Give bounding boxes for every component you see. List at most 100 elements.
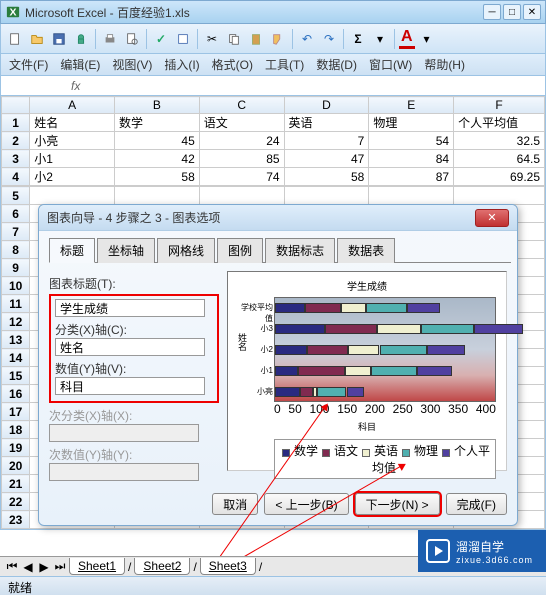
cell[interactable]: 47 bbox=[284, 150, 369, 168]
cell[interactable]: 小2 bbox=[30, 168, 115, 186]
row-header[interactable]: 12 bbox=[2, 313, 30, 331]
row-header[interactable]: 1 bbox=[2, 114, 30, 132]
row-header[interactable]: 8 bbox=[2, 241, 30, 259]
spell-icon[interactable]: ✓ bbox=[151, 29, 171, 49]
row-header[interactable]: 9 bbox=[2, 259, 30, 277]
menu-file[interactable]: 文件(F) bbox=[9, 56, 48, 73]
dropdown-icon[interactable]: ▾ bbox=[370, 29, 390, 49]
row-header[interactable]: 11 bbox=[2, 295, 30, 313]
col-header[interactable]: C bbox=[199, 97, 284, 114]
x-axis-input[interactable] bbox=[55, 338, 205, 356]
row-header[interactable]: 14 bbox=[2, 349, 30, 367]
row-header[interactable]: 10 bbox=[2, 277, 30, 295]
finish-button[interactable]: 完成(F) bbox=[446, 493, 507, 515]
maximize-button[interactable]: □ bbox=[503, 4, 521, 20]
row-header[interactable]: 20 bbox=[2, 457, 30, 475]
fx-icon[interactable]: fx bbox=[65, 79, 86, 93]
cell[interactable]: 个人平均值 bbox=[454, 114, 545, 132]
col-header[interactable]: A bbox=[30, 97, 115, 114]
cell[interactable]: 24 bbox=[199, 132, 284, 150]
autosum-icon[interactable]: Σ bbox=[348, 29, 368, 49]
menu-view[interactable]: 视图(V) bbox=[112, 56, 152, 73]
menu-tools[interactable]: 工具(T) bbox=[265, 56, 304, 73]
row-header[interactable]: 23 bbox=[2, 511, 30, 529]
chart-title-input[interactable] bbox=[55, 299, 205, 317]
cell[interactable]: 58 bbox=[115, 168, 200, 186]
cell[interactable]: 54 bbox=[369, 132, 454, 150]
row-header[interactable]: 17 bbox=[2, 403, 30, 421]
row-header[interactable]: 2 bbox=[2, 132, 30, 150]
col-header[interactable]: F bbox=[454, 97, 545, 114]
permission-icon[interactable] bbox=[71, 29, 91, 49]
open-icon[interactable] bbox=[27, 29, 47, 49]
cell[interactable]: 42 bbox=[115, 150, 200, 168]
cell[interactable]: 69.25 bbox=[454, 168, 545, 186]
row-header[interactable]: 18 bbox=[2, 421, 30, 439]
col-header[interactable]: E bbox=[369, 97, 454, 114]
menu-help[interactable]: 帮助(H) bbox=[424, 56, 465, 73]
row-header[interactable]: 13 bbox=[2, 331, 30, 349]
sheet-tab[interactable]: Sheet2 bbox=[134, 558, 190, 575]
preview-icon[interactable] bbox=[122, 29, 142, 49]
row-header[interactable]: 16 bbox=[2, 385, 30, 403]
sheet-nav-prev-icon[interactable]: ◀ bbox=[20, 560, 36, 574]
tab-datalabels[interactable]: 数据标志 bbox=[265, 238, 335, 263]
dropdown-icon[interactable]: ▾ bbox=[417, 29, 437, 49]
tab-legend[interactable]: 图例 bbox=[217, 238, 263, 263]
tab-gridlines[interactable]: 网格线 bbox=[157, 238, 215, 263]
redo-icon[interactable]: ↷ bbox=[319, 29, 339, 49]
print-icon[interactable] bbox=[100, 29, 120, 49]
cell[interactable]: 物理 bbox=[369, 114, 454, 132]
research-icon[interactable] bbox=[173, 29, 193, 49]
cell[interactable]: 小1 bbox=[30, 150, 115, 168]
next-button[interactable]: 下一步(N) > bbox=[355, 493, 440, 515]
menu-insert[interactable]: 插入(I) bbox=[164, 56, 199, 73]
cell[interactable]: 32.5 bbox=[454, 132, 545, 150]
sheet-tab[interactable]: Sheet1 bbox=[69, 558, 125, 575]
cell[interactable]: 85 bbox=[199, 150, 284, 168]
col-header[interactable]: B bbox=[115, 97, 200, 114]
cell[interactable]: 74 bbox=[199, 168, 284, 186]
row-header[interactable]: 5 bbox=[2, 187, 30, 205]
tab-datatable[interactable]: 数据表 bbox=[337, 238, 395, 263]
cell[interactable]: 小亮 bbox=[30, 132, 115, 150]
undo-icon[interactable]: ↶ bbox=[297, 29, 317, 49]
minimize-button[interactable]: ─ bbox=[483, 4, 501, 20]
font-color-icon[interactable]: A bbox=[399, 28, 415, 49]
row-header[interactable]: 3 bbox=[2, 150, 30, 168]
cell[interactable]: 英语 bbox=[284, 114, 369, 132]
cell[interactable]: 87 bbox=[369, 168, 454, 186]
cell[interactable]: 84 bbox=[369, 150, 454, 168]
y-axis-input[interactable] bbox=[55, 377, 205, 395]
copy-icon[interactable] bbox=[224, 29, 244, 49]
new-icon[interactable] bbox=[5, 29, 25, 49]
sheet-nav-next-icon[interactable]: ▶ bbox=[36, 560, 52, 574]
select-all-corner[interactable] bbox=[2, 97, 30, 114]
menu-format[interactable]: 格式(O) bbox=[212, 56, 253, 73]
menu-edit[interactable]: 编辑(E) bbox=[60, 56, 100, 73]
menu-data[interactable]: 数据(D) bbox=[316, 56, 357, 73]
row-header[interactable]: 19 bbox=[2, 439, 30, 457]
sheet-tab[interactable]: Sheet3 bbox=[200, 558, 256, 575]
tab-title[interactable]: 标题 bbox=[49, 238, 95, 263]
col-header[interactable]: D bbox=[284, 97, 369, 114]
sheet-nav-first-icon[interactable]: ⏮ bbox=[4, 559, 20, 574]
cell[interactable]: 45 bbox=[115, 132, 200, 150]
cell[interactable]: 7 bbox=[284, 132, 369, 150]
sheet-nav-last-icon[interactable]: ⏭ bbox=[52, 559, 68, 574]
format-painter-icon[interactable] bbox=[268, 29, 288, 49]
row-header[interactable]: 6 bbox=[2, 205, 30, 223]
menu-window[interactable]: 窗口(W) bbox=[369, 56, 412, 73]
cell[interactable]: 64.5 bbox=[454, 150, 545, 168]
row-header[interactable]: 21 bbox=[2, 475, 30, 493]
cell[interactable]: 姓名 bbox=[30, 114, 115, 132]
dialog-close-button[interactable]: ✕ bbox=[475, 209, 509, 227]
cell[interactable]: 数学 bbox=[115, 114, 200, 132]
close-button[interactable]: ✕ bbox=[523, 4, 541, 20]
tab-axes[interactable]: 坐标轴 bbox=[97, 238, 155, 263]
save-icon[interactable] bbox=[49, 29, 69, 49]
row-header[interactable]: 15 bbox=[2, 367, 30, 385]
cell[interactable]: 语文 bbox=[199, 114, 284, 132]
row-header[interactable]: 4 bbox=[2, 168, 30, 186]
cut-icon[interactable]: ✂ bbox=[202, 29, 222, 49]
